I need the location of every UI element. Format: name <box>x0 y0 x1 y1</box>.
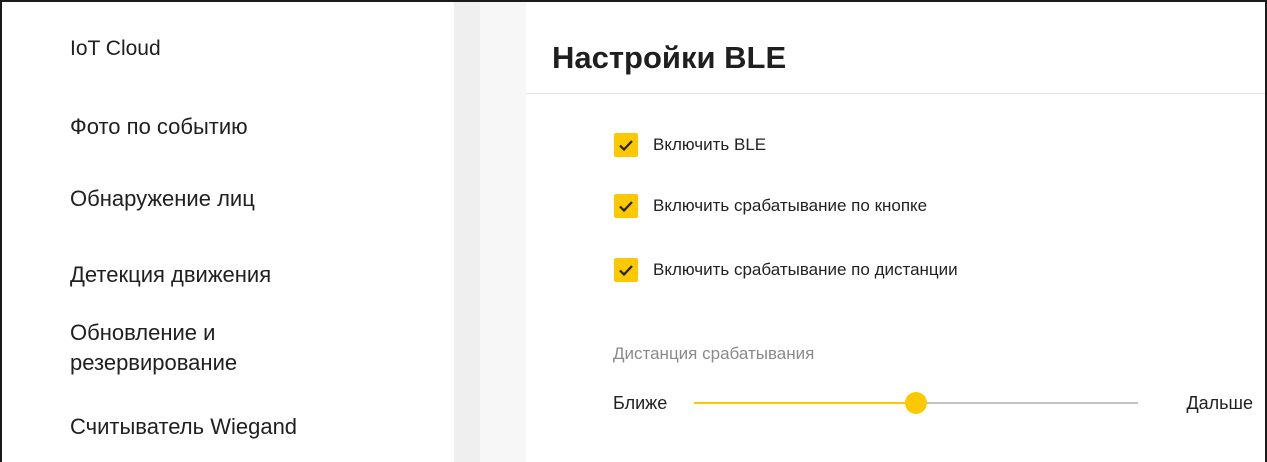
slider-track[interactable] <box>694 392 1138 414</box>
sidebar-item-wiegand-reader[interactable]: Считыватель Wiegand <box>70 412 297 442</box>
distance-trigger-label: Включить срабатывание по дистанции <box>653 260 958 279</box>
slider-fill <box>694 402 916 404</box>
sidebar-item-event-photo[interactable]: Фото по событию <box>70 112 248 142</box>
button-trigger-checkbox[interactable] <box>614 194 638 218</box>
distance-trigger-checkbox-row[interactable]: Включить срабатывание по дистанции <box>614 258 958 282</box>
trigger-distance-slider: Ближе Дальше <box>613 391 1253 417</box>
sidebar-item-iot-cloud[interactable]: IoT Cloud <box>70 34 161 64</box>
slider-min-label: Ближе <box>613 393 668 413</box>
button-trigger-checkbox-row[interactable]: Включить срабатывание по кнопке <box>614 194 927 218</box>
enable-ble-checkbox[interactable] <box>614 133 638 157</box>
sidebar-scroll-strip <box>454 2 480 462</box>
sidebar-item-face-detection[interactable]: Обнаружение лиц <box>70 184 255 214</box>
page-title: Настройки BLE <box>552 40 787 75</box>
app-frame: IoT Cloud Фото по событию Обнаружение ли… <box>0 0 1267 462</box>
check-icon <box>619 139 633 151</box>
title-divider <box>526 93 1265 94</box>
ble-settings-panel: Настройки BLE Включить BLE Включить сраб… <box>526 2 1265 462</box>
enable-ble-checkbox-row[interactable]: Включить BLE <box>614 133 766 157</box>
button-trigger-label: Включить срабатывание по кнопке <box>653 196 928 215</box>
trigger-distance-label: Дистанция срабатывания <box>613 344 815 363</box>
check-icon <box>619 200 633 212</box>
sidebar-item-update-backup[interactable]: Обновление и резервирование <box>70 318 370 378</box>
content-gutter <box>480 2 526 462</box>
sidebar-item-motion-detection[interactable]: Детекция движения <box>70 260 271 290</box>
distance-trigger-checkbox[interactable] <box>614 258 638 282</box>
slider-thumb[interactable] <box>905 392 927 414</box>
sidebar: IoT Cloud Фото по событию Обнаружение ли… <box>2 2 454 462</box>
check-icon <box>619 264 633 276</box>
slider-max-label: Дальше <box>1186 393 1253 413</box>
enable-ble-label: Включить BLE <box>653 135 767 154</box>
